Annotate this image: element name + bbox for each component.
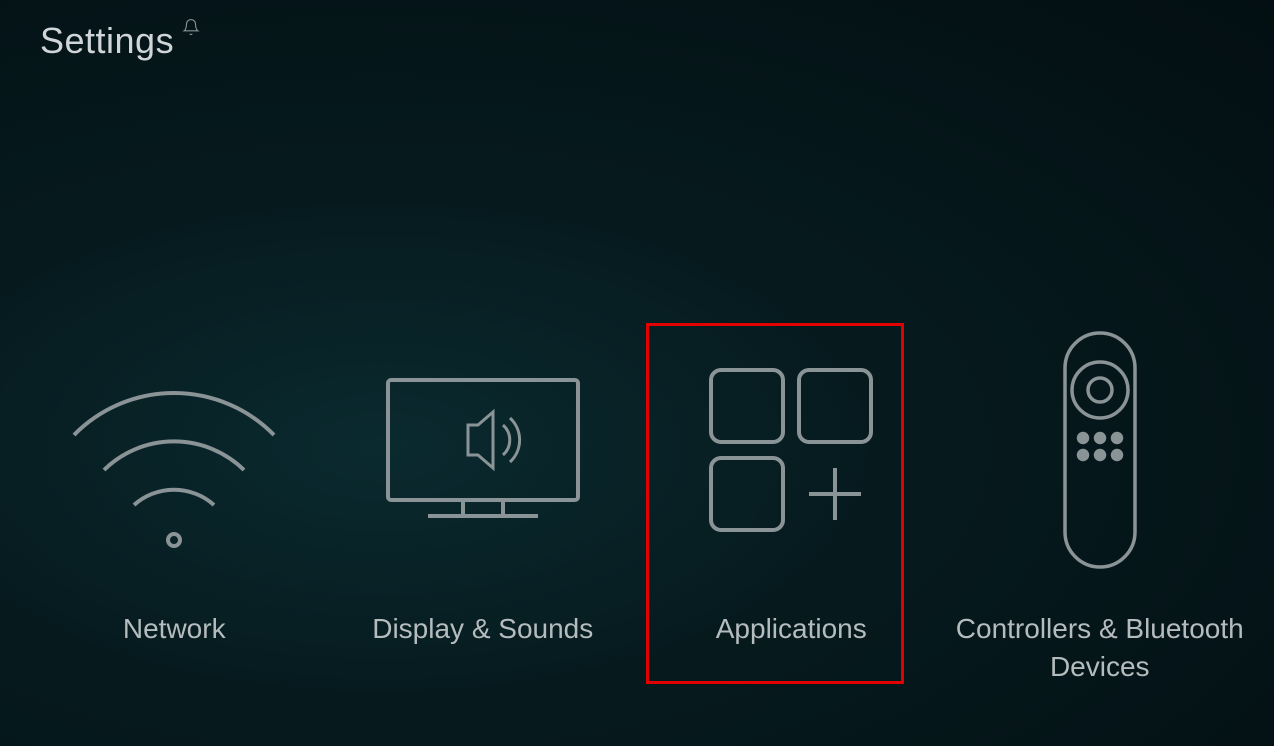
settings-tiles: Network Display & Sounds [0, 330, 1274, 686]
tile-network[interactable]: Network [29, 330, 319, 686]
tile-label: Applications [716, 610, 867, 648]
wifi-icon [29, 330, 319, 570]
tile-applications[interactable]: Applications [646, 330, 936, 686]
tv-speaker-icon [338, 330, 628, 570]
notification-bell-icon[interactable] [182, 18, 200, 41]
tile-controllers-bluetooth[interactable]: Controllers & Bluetooth Devices [955, 330, 1245, 686]
tile-display-sounds[interactable]: Display & Sounds [338, 330, 628, 686]
tile-label: Controllers & Bluetooth Devices [955, 610, 1245, 686]
remote-icon [955, 330, 1245, 570]
apps-grid-icon [646, 330, 936, 570]
header: Settings [40, 20, 200, 62]
tile-label: Network [123, 610, 226, 648]
tile-label: Display & Sounds [372, 610, 593, 648]
page-title: Settings [40, 20, 174, 62]
